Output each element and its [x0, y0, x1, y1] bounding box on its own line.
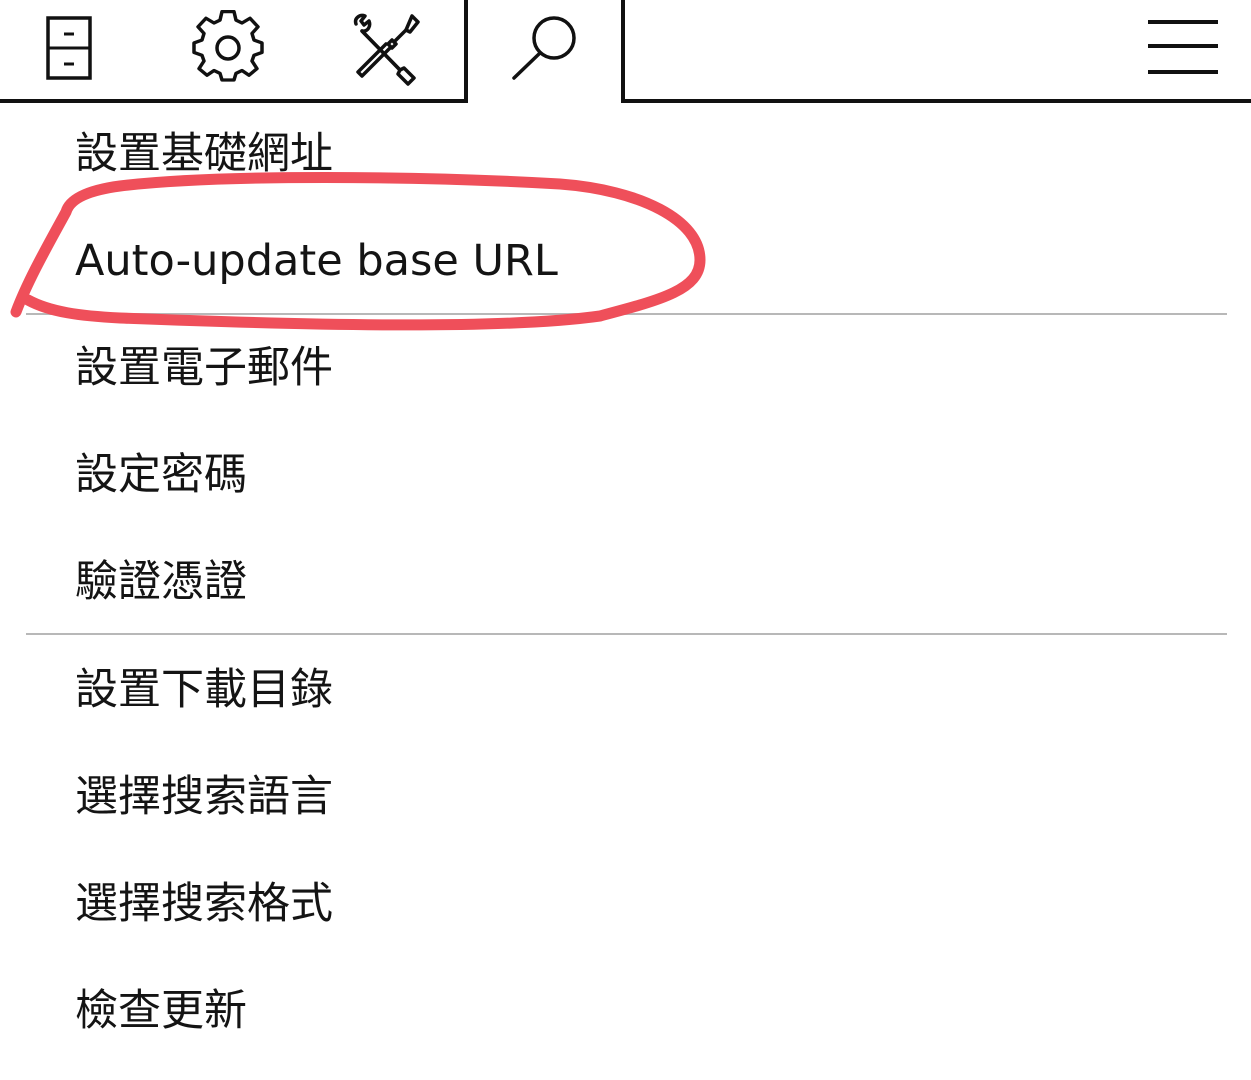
- menu-divider: [26, 633, 1227, 635]
- menu-item-set-email[interactable]: 設置電子郵件: [75, 338, 333, 398]
- library-tab[interactable]: [38, 10, 98, 82]
- hamburger-menu-icon: [1148, 20, 1218, 74]
- menu-item-set-password[interactable]: 設定密碼: [75, 445, 247, 505]
- tab-bar-frame: [0, 0, 1251, 103]
- menu-divider: [26, 313, 1227, 315]
- top-tab-bar: [0, 0, 1251, 104]
- menu-item-select-search-languages[interactable]: 選擇搜索語言: [75, 767, 333, 827]
- wrench-screwdriver-icon: [353, 13, 420, 86]
- menu-item-check-for-updates[interactable]: 檢查更新: [75, 981, 247, 1041]
- filing-cabinet-icon: [46, 16, 92, 80]
- menu-item-set-base-url[interactable]: 設置基礎網址: [75, 124, 333, 184]
- gear-icon: [192, 10, 264, 82]
- menu-item-verify-credentials[interactable]: 驗證憑證: [75, 552, 247, 612]
- tools-tab[interactable]: [348, 10, 424, 86]
- menu-button[interactable]: [1140, 14, 1226, 80]
- magnifier-icon: [512, 16, 576, 80]
- menu-item-auto-update-base-url[interactable]: Auto-update base URL: [75, 231, 558, 291]
- menu-item-set-download-directory[interactable]: 設置下載目錄: [75, 660, 333, 720]
- search-tab[interactable]: [508, 14, 584, 84]
- menu-item-select-search-formats[interactable]: 選擇搜索格式: [75, 874, 333, 934]
- settings-tab[interactable]: [190, 10, 266, 86]
